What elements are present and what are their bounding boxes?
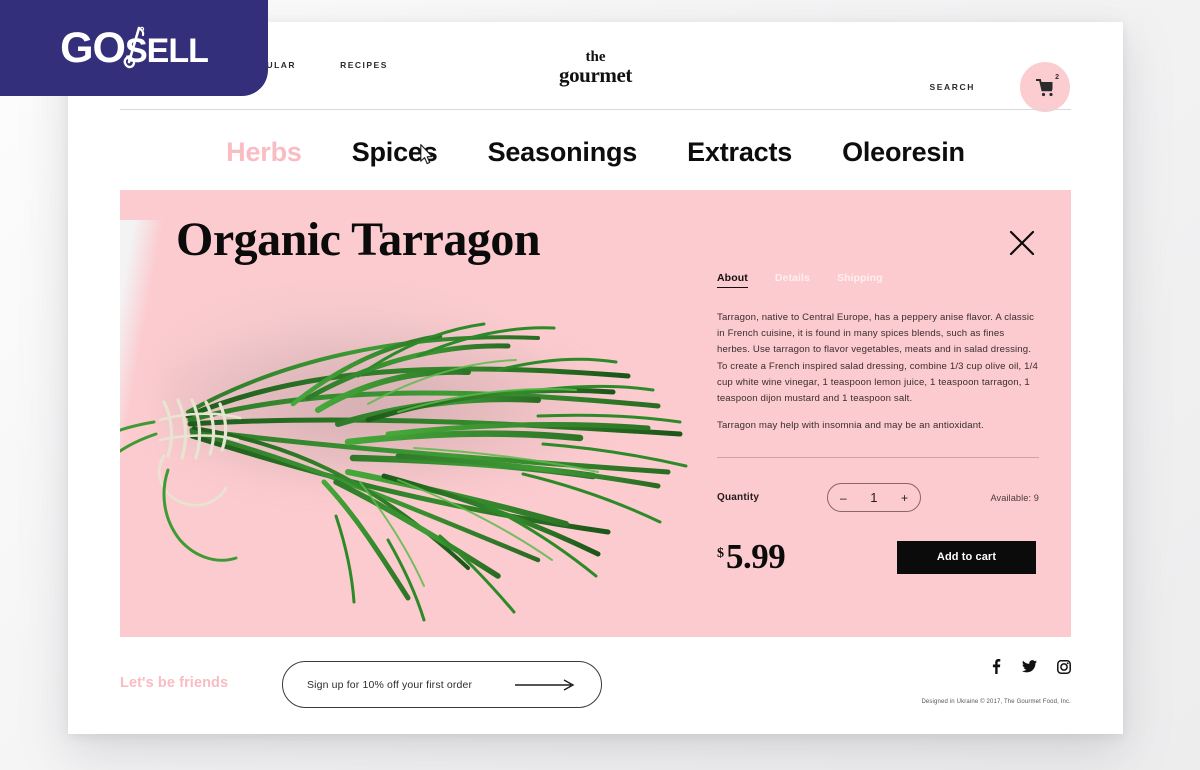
website-card: POPULAR RECIPES the gourmet SEARCH 2 Her… — [68, 22, 1123, 734]
quantity-stepper[interactable]: – 1 + — [827, 483, 921, 513]
category-nav: Herbs Spices Seasonings Extracts Oleores… — [68, 110, 1123, 190]
search-button[interactable]: SEARCH — [930, 82, 976, 92]
instagram-icon[interactable] — [1057, 659, 1071, 674]
product-detail-panel: Organic Tarragon About Details Shipping … — [120, 190, 1071, 637]
category-spices[interactable]: Spices — [352, 137, 438, 168]
copyright-text: Designed in Ukraine © 2017, The Gourmet … — [921, 699, 1071, 705]
price-amount: 5.99 — [726, 537, 786, 577]
category-seasonings[interactable]: Seasonings — [488, 137, 638, 168]
product-price: $ 5.99 — [717, 537, 897, 577]
product-info-column: About Details Shipping Tarragon, native … — [717, 272, 1039, 577]
newsletter-heading: Let's be friends — [120, 675, 229, 691]
product-description: Tarragon, native to Central Europe, has … — [717, 310, 1039, 434]
info-divider — [717, 457, 1039, 459]
quantity-label: Quantity — [717, 492, 760, 504]
product-tabs: About Details Shipping — [717, 272, 1039, 288]
site-footer: Let's be friends Sign up for 10% off you… — [120, 637, 1071, 733]
close-icon — [1009, 230, 1035, 256]
music-note-icon — [123, 26, 145, 68]
quantity-value: 1 — [870, 490, 878, 506]
tab-details[interactable]: Details — [775, 272, 810, 284]
gosell-watermark-badge: GOSELL — [0, 0, 268, 96]
cart-count-badge: 2 — [1055, 74, 1059, 81]
gosell-logo-text: GOSELL — [60, 23, 209, 73]
purchase-row: $ 5.99 Add to cart — [717, 537, 1039, 577]
category-extracts[interactable]: Extracts — [687, 137, 792, 168]
gosell-logo-o: O — [92, 23, 126, 72]
twitter-icon[interactable] — [1022, 660, 1037, 673]
cart-button[interactable]: 2 — [1020, 62, 1070, 112]
description-paragraph-2: Tarragon may help with insomnia and may … — [717, 420, 984, 432]
quantity-decrement-button[interactable]: – — [840, 491, 847, 505]
category-oleoresin[interactable]: Oleoresin — [842, 137, 965, 168]
price-currency: $ — [717, 546, 724, 562]
tab-about[interactable]: About — [717, 272, 748, 288]
add-to-cart-button[interactable]: Add to cart — [897, 540, 1036, 574]
product-image — [120, 220, 728, 637]
quantity-increment-button[interactable]: + — [901, 491, 908, 505]
tab-shipping[interactable]: Shipping — [837, 272, 883, 284]
newsletter-placeholder: Sign up for 10% off your first order — [307, 678, 473, 691]
close-button[interactable] — [1007, 228, 1037, 258]
availability-text: Available: 9 — [990, 492, 1039, 503]
gosell-logo-g: G — [60, 23, 93, 72]
description-paragraph-1: Tarragon, native to Central Europe, has … — [717, 312, 1038, 405]
newsletter-signup-input[interactable]: Sign up for 10% off your first order — [282, 661, 602, 708]
category-herbs[interactable]: Herbs — [226, 137, 302, 168]
product-title: Organic Tarragon — [176, 213, 541, 266]
social-links — [989, 659, 1071, 674]
shopping-cart-icon — [1035, 78, 1053, 96]
tarragon-illustration — [120, 322, 688, 622]
arrow-right-icon[interactable] — [515, 678, 577, 691]
facebook-icon[interactable] — [989, 659, 1002, 674]
quantity-row: Quantity – 1 + Available: 9 — [717, 483, 1039, 513]
